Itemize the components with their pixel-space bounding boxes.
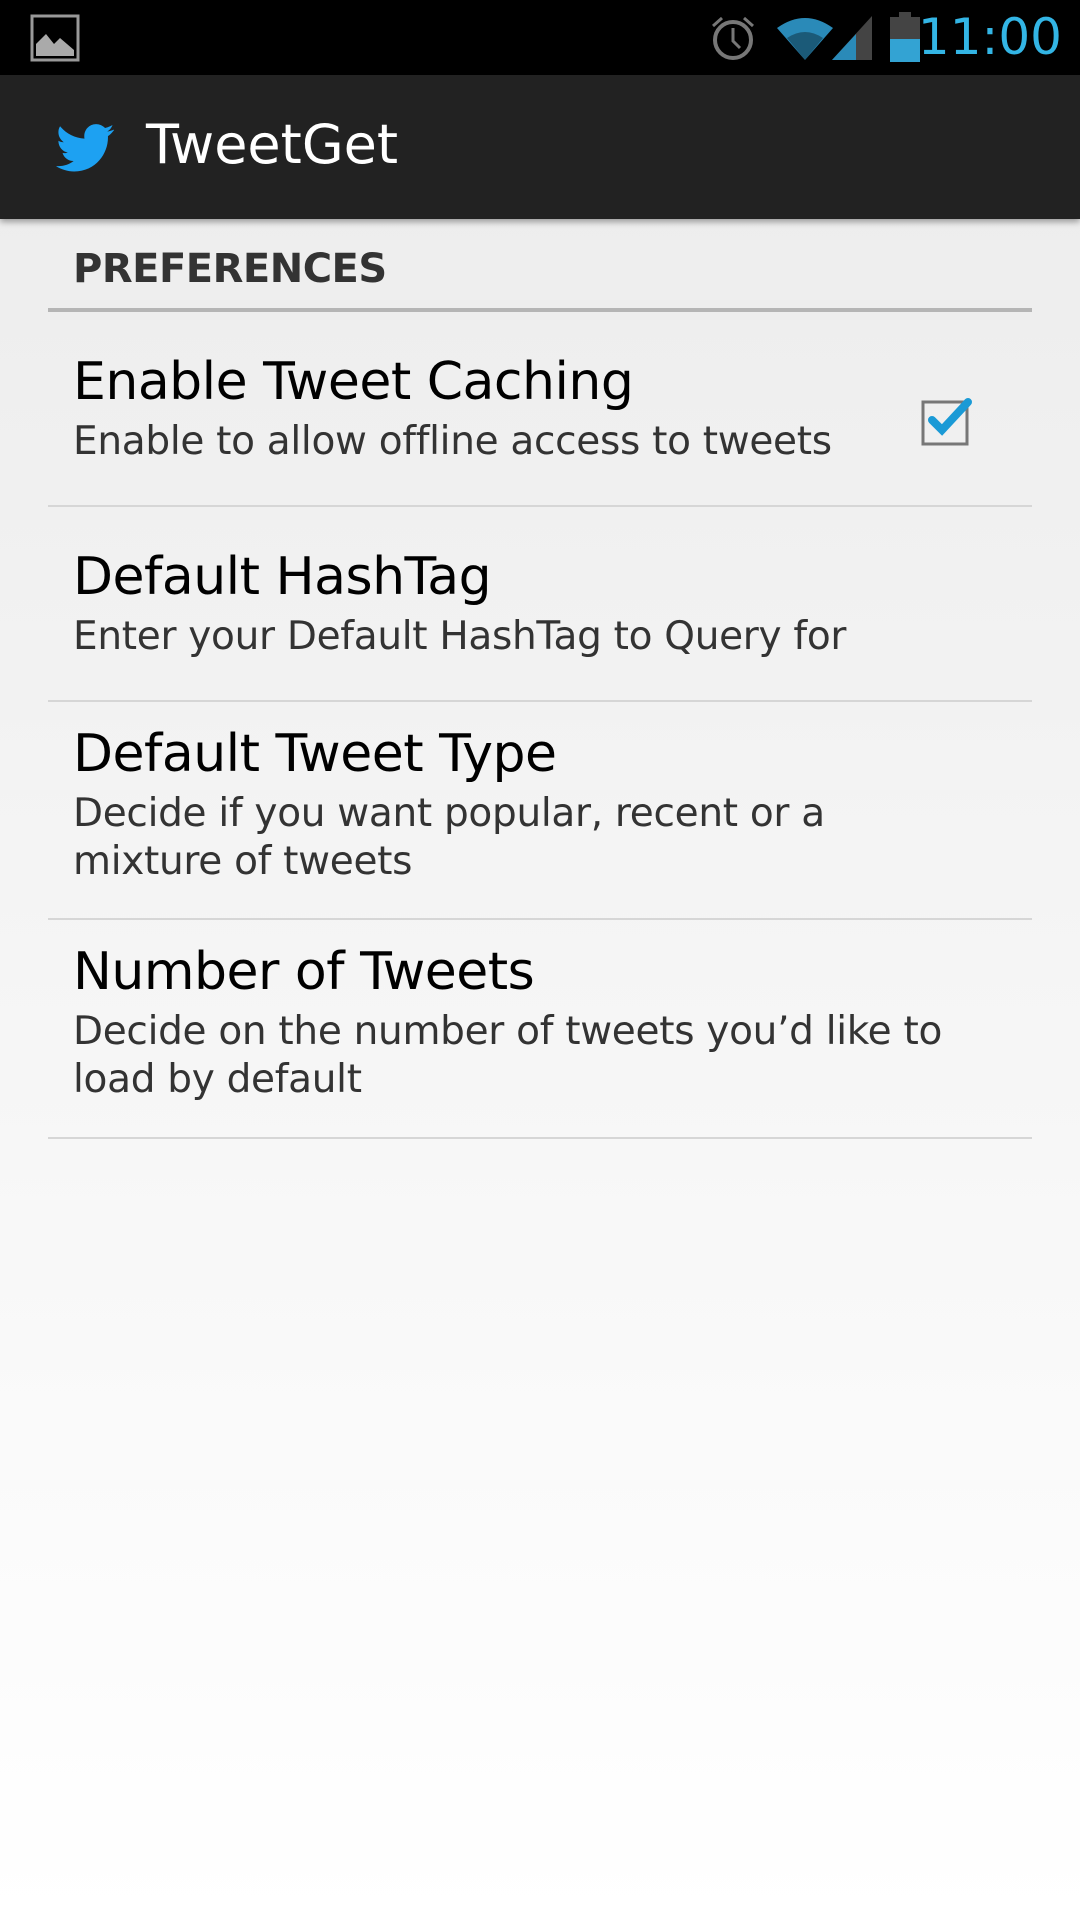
pref-default-hashtag[interactable]: Default HashTag Enter your Default HashT… [48, 507, 1032, 702]
pref-summary: Enter your Default HashTag to Query for [73, 614, 847, 659]
pref-enable-caching[interactable]: Enable Tweet Caching Enable to allow off… [48, 312, 1032, 507]
pref-title: Default HashTag [73, 547, 492, 607]
alarm-icon [712, 16, 754, 60]
preferences-list: PREFERENCES Enable Tweet Caching Enable … [48, 219, 1032, 1139]
twitter-bird-icon[interactable] [56, 123, 114, 173]
pref-summary: Decide on the number of tweets you’d lik… [73, 1009, 943, 1102]
wifi-icon [777, 18, 833, 60]
image-notification-icon [30, 14, 80, 62]
action-bar: TweetGet [0, 75, 1080, 219]
pref-default-tweet-type[interactable]: Default Tweet Type Decide if you want po… [48, 702, 1032, 920]
app-title: TweetGet [146, 113, 399, 176]
pref-title: Number of Tweets [73, 942, 535, 1002]
caching-checkbox[interactable] [920, 392, 974, 446]
pref-number-of-tweets[interactable]: Number of Tweets Decide on the number of… [48, 920, 1032, 1139]
pref-title: Enable Tweet Caching [73, 352, 634, 412]
pref-title: Default Tweet Type [73, 724, 557, 784]
status-bar: 11:00 [0, 0, 1080, 75]
status-time: 11:00 [917, 8, 1062, 66]
category-header: PREFERENCES [48, 219, 1032, 312]
signal-icon [832, 16, 872, 60]
battery-icon [890, 12, 920, 62]
pref-summary: Decide if you want popular, recent or a … [73, 791, 825, 884]
pref-summary: Enable to allow offline access to tweets [73, 419, 832, 464]
